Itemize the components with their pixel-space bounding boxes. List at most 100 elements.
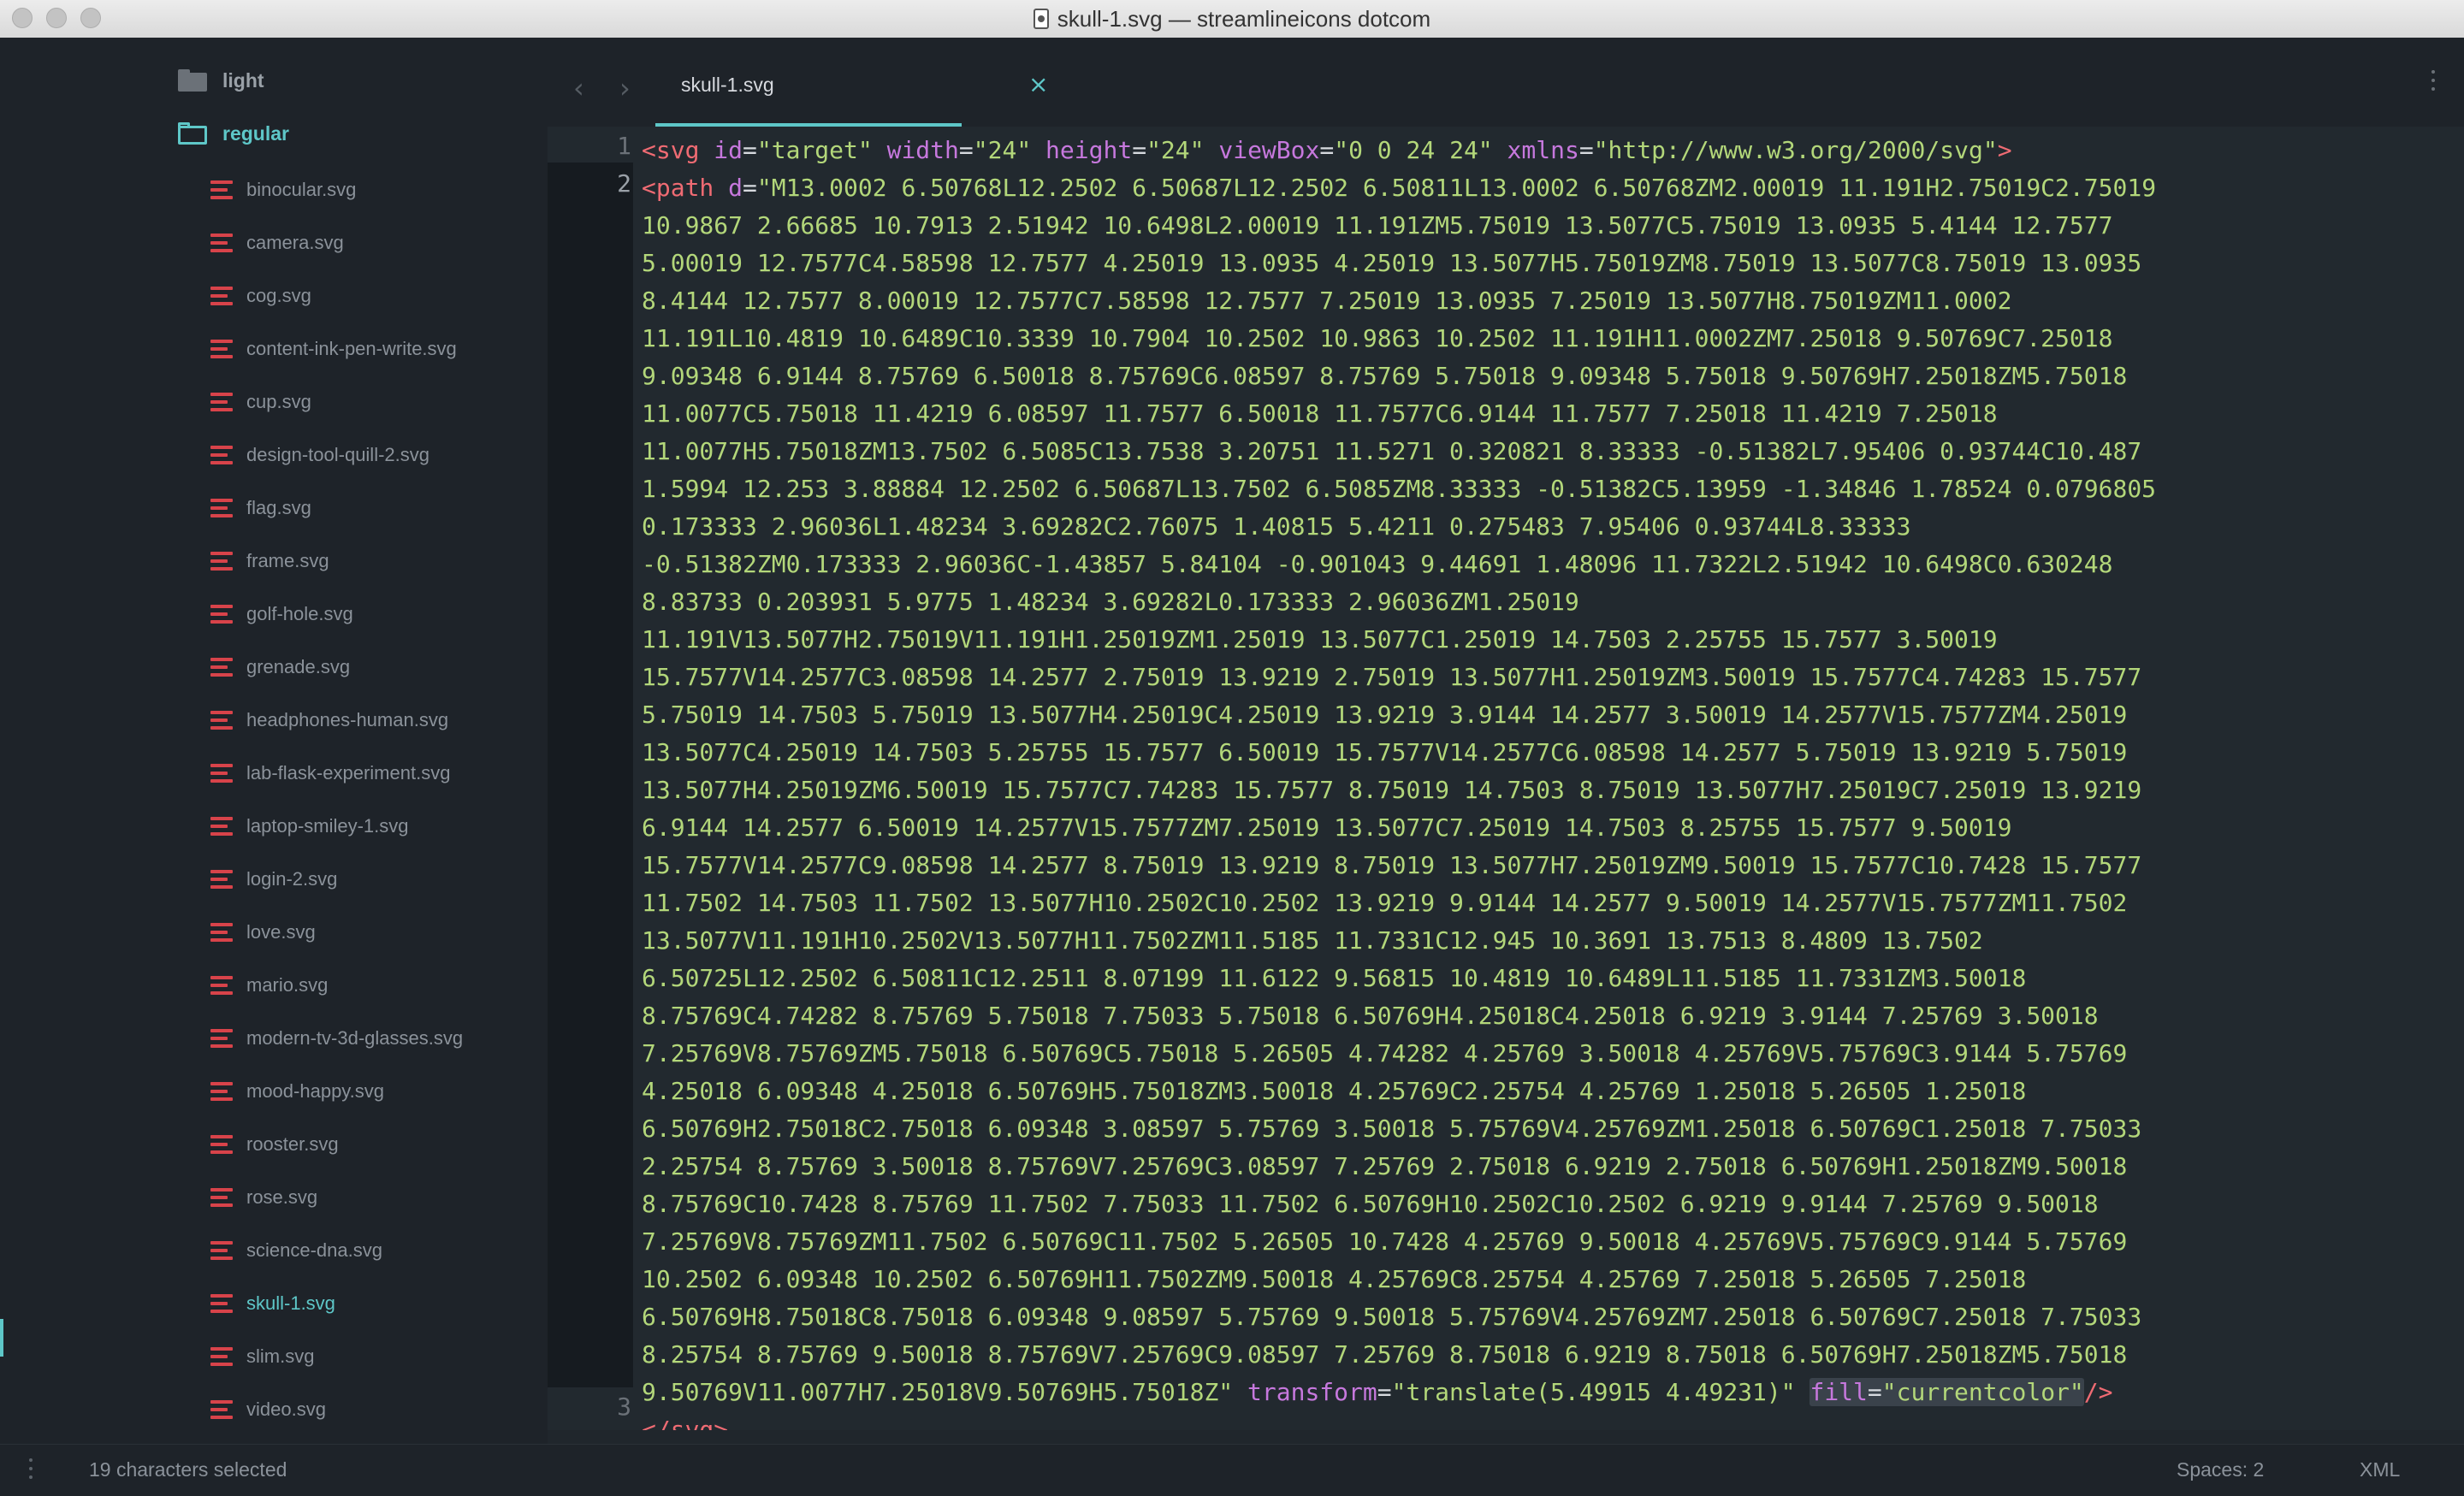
- svg-file-icon: [210, 605, 233, 624]
- folder-light[interactable]: light: [178, 63, 264, 98]
- code-line-2-wrap: 15.7577V14.2577C9.08598 14.2577 8.75019 …: [642, 847, 2447, 884]
- string-token: 11.0077C5.75018 11.4219 6.08597 11.7577 …: [642, 399, 1998, 428]
- line-number: 2: [617, 169, 631, 198]
- file-item[interactable]: laptop-smiley-1.svg: [210, 809, 409, 843]
- string-token: 13.5077C4.25019 14.7503 5.25755 15.7577 …: [642, 738, 2128, 766]
- file-item[interactable]: golf-hole.svg: [210, 597, 353, 631]
- code-line-2-wrap: 6.50769H2.75018C2.75018 6.09348 3.08597 …: [642, 1110, 2447, 1148]
- tab-menu-icon[interactable]: [2431, 70, 2435, 96]
- file-item[interactable]: mario.svg: [210, 968, 328, 1002]
- string-token: "M13.0002 6.50768L12.2502 6.50687L12.250…: [756, 174, 2157, 202]
- svg-file-icon: [210, 393, 233, 411]
- file-item[interactable]: lab-flask-experiment.svg: [210, 756, 450, 790]
- svg-file-icon: [210, 552, 233, 571]
- file-label: rooster.svg: [246, 1133, 339, 1155]
- file-item[interactable]: design-tool-quill-2.svg: [210, 438, 429, 472]
- file-item[interactable]: video.svg: [210, 1393, 326, 1427]
- string-token: 2.25754 8.75769 3.50018 8.75769V7.25769C…: [642, 1152, 2128, 1180]
- string-token: 11.0077H5.75018ZM13.7502 6.5085C13.7538 …: [642, 437, 2142, 465]
- back-arrow-icon[interactable]: ‹: [573, 72, 584, 104]
- string-token: "target": [756, 136, 873, 164]
- active-file-marker: [0, 1319, 3, 1357]
- file-item[interactable]: rose.svg: [210, 1180, 317, 1215]
- file-item[interactable]: rooster.svg: [210, 1127, 339, 1162]
- code-line-2-wrap: 7.25769V8.75769ZM11.7502 6.50769C11.7502…: [642, 1223, 2447, 1261]
- indentation-status[interactable]: Spaces: 2: [2177, 1458, 2264, 1481]
- svg-file-icon: [210, 1135, 233, 1154]
- file-label: love.svg: [246, 921, 316, 943]
- file-item[interactable]: skull-1.svg: [210, 1286, 335, 1321]
- file-item[interactable]: camera.svg: [210, 226, 344, 260]
- file-item[interactable]: cog.svg: [210, 279, 311, 313]
- forward-arrow-icon[interactable]: ›: [619, 72, 631, 104]
- string-token: -0.51382ZM0.173333 2.96036C-1.43857 5.84…: [642, 550, 2113, 578]
- code-line-2-wrap: 0.173333 2.96036L1.48234 3.69282C2.76075…: [642, 508, 2447, 546]
- file-item[interactable]: binocular.svg: [210, 173, 356, 207]
- tab-skull-1[interactable]: skull-1.svg ×: [652, 53, 1048, 120]
- code-text[interactable]: <svg id="target" width="24" height="24" …: [642, 132, 2447, 1430]
- file-item[interactable]: cup.svg: [210, 385, 311, 419]
- syntax-status[interactable]: XML: [2360, 1458, 2400, 1481]
- tag-token: <path: [642, 174, 714, 202]
- string-token: 8.75769C4.74282 8.75769 5.75018 7.75033 …: [642, 1002, 2099, 1030]
- file-item[interactable]: mood-happy.svg: [210, 1074, 384, 1109]
- file-label: mario.svg: [246, 974, 329, 996]
- string-token: 7.25769V8.75769ZM5.75018 6.50769C5.75018…: [642, 1039, 2128, 1067]
- attr-token: width: [886, 136, 959, 164]
- attr-token: viewBox: [1218, 136, 1320, 164]
- file-item[interactable]: headphones-human.svg: [210, 703, 448, 737]
- svg-file-icon: [210, 180, 233, 199]
- string-token: 0.173333 2.96036L1.48234 3.69282C2.76075…: [642, 512, 1911, 541]
- code-line-2-wrap: 8.25754 8.75769 9.50018 8.75769V7.25769C…: [642, 1336, 2447, 1374]
- code-line-2-wrap: 13.5077C4.25019 14.7503 5.25755 15.7577 …: [642, 734, 2447, 772]
- file-label: rose.svg: [246, 1186, 318, 1208]
- svg-file-icon: [210, 711, 233, 730]
- code-line-2-wrap: 13.5077V11.191H10.2502V13.5077H11.7502ZM…: [642, 922, 2447, 960]
- code-line-2-end: 9.50769V11.0077H7.25018V9.50769H5.75018Z…: [642, 1378, 2113, 1406]
- file-item[interactable]: frame.svg: [210, 544, 329, 578]
- status-menu-icon[interactable]: [29, 1458, 33, 1484]
- folder-regular[interactable]: regular: [178, 116, 289, 151]
- code-line-1: <svg id="target" width="24" height="24" …: [642, 136, 2012, 164]
- code-line-2-wrap: 9.09348 6.9144 8.75769 6.50018 8.75769C6…: [642, 358, 2447, 395]
- file-item[interactable]: love.svg: [210, 915, 316, 949]
- file-item[interactable]: science-dna.svg: [210, 1233, 382, 1268]
- file-item[interactable]: content-ink-pen-write.svg: [210, 332, 457, 366]
- code-editor[interactable]: 1 2 3 <svg id="target" width="24" height…: [548, 127, 2464, 1430]
- file-item[interactable]: login-2.svg: [210, 862, 337, 896]
- string-token: "24": [973, 136, 1032, 164]
- string-token: 7.25769V8.75769ZM11.7502 6.50769C11.7502…: [642, 1227, 2128, 1256]
- svg-file-icon: [210, 1294, 233, 1313]
- tab-label: skull-1.svg: [681, 74, 774, 96]
- code-line-2-wrap: 5.00019 12.7577C4.58598 12.7577 4.25019 …: [642, 245, 2447, 282]
- string-token: 4.25018 6.09348 4.25018 6.50769H5.75018Z…: [642, 1077, 2027, 1105]
- close-tab-icon[interactable]: ×: [1028, 70, 1048, 98]
- selection-status: 19 characters selected: [89, 1458, 287, 1481]
- file-item[interactable]: flag.svg: [210, 491, 311, 525]
- code-line-2-wrap: 6.50769H8.75018C8.75018 6.09348 9.08597 …: [642, 1298, 2447, 1336]
- attr-token: id: [714, 136, 743, 164]
- file-label: cup.svg: [246, 391, 311, 412]
- file-label: slim.svg: [246, 1345, 315, 1367]
- folder-label: light: [222, 68, 264, 92]
- file-label: headphones-human.svg: [246, 709, 449, 730]
- file-label: science-dna.svg: [246, 1239, 382, 1261]
- string-token: "24": [1146, 136, 1205, 164]
- string-token: "0 0 24 24": [1334, 136, 1493, 164]
- code-line-2-wrap: 8.83733 0.203931 5.9775 1.48234 3.69282L…: [642, 583, 2447, 621]
- svg-file-icon: [210, 1082, 233, 1101]
- string-token: 6.50725L12.2502 6.50811C12.2511 8.07199 …: [642, 964, 2027, 992]
- folder-open-icon: [178, 122, 207, 145]
- code-line-2-wrap: 10.2502 6.09348 10.2502 6.50769H11.7502Z…: [642, 1261, 2447, 1298]
- file-item[interactable]: grenade.svg: [210, 650, 350, 684]
- string-token: 6.50769H8.75018C8.75018 6.09348 9.08597 …: [642, 1303, 2142, 1331]
- file-label: lab-flask-experiment.svg: [246, 762, 451, 783]
- svg-file-icon: [210, 1029, 233, 1048]
- string-token: 13.5077V11.191H10.2502V13.5077H11.7502ZM…: [642, 926, 1983, 955]
- file-item[interactable]: slim.svg: [210, 1339, 314, 1374]
- file-item[interactable]: modern-tv-3d-glasses.svg: [210, 1021, 463, 1055]
- string-token: 10.2502 6.09348 10.2502 6.50769H11.7502Z…: [642, 1265, 2027, 1293]
- active-line-gutter: [548, 163, 633, 1387]
- tag-token: <svg: [642, 136, 700, 164]
- string-token: 13.5077H4.25019ZM6.50019 15.7577C7.74283…: [642, 776, 2142, 804]
